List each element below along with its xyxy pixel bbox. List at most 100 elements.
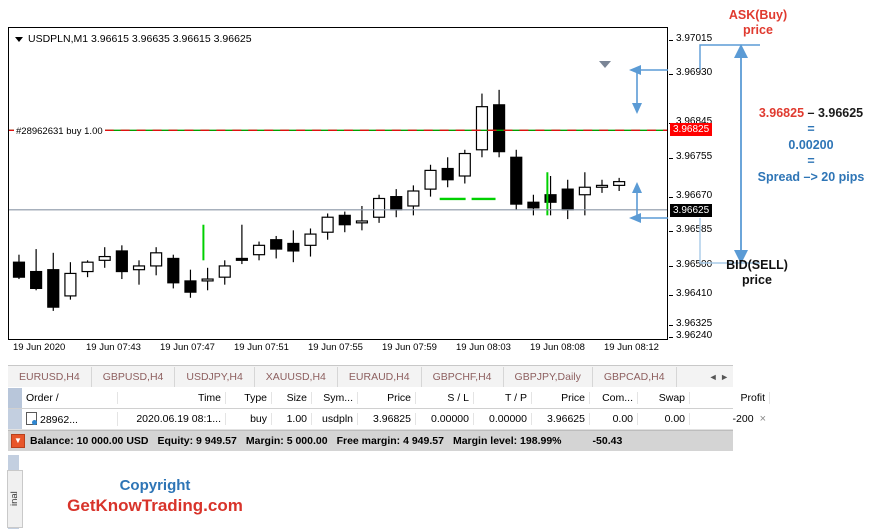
- candle-body: [150, 252, 163, 267]
- candle-body: [510, 156, 523, 205]
- chart-tab-xauusd[interactable]: XAUUSD,H4: [255, 367, 338, 387]
- close-order-icon[interactable]: ×: [754, 413, 766, 425]
- candle-body: [47, 269, 60, 308]
- cell-swap: 0.00: [638, 413, 690, 425]
- order-line-label: #28962631 buy 1.00: [14, 126, 105, 137]
- expand-down-icon[interactable]: ▼: [11, 434, 25, 448]
- candlestick-plot[interactable]: [9, 28, 667, 339]
- column-header-7[interactable]: T / P: [474, 392, 532, 404]
- terminal-vertical-tab[interactable]: inal: [7, 470, 23, 528]
- candle-body: [12, 261, 26, 278]
- cell-stop-loss: 0.00000: [416, 413, 474, 425]
- calc-bid-value: 3.96625: [817, 106, 864, 120]
- ask-price-label: 3.96825: [670, 123, 713, 136]
- candle-body: [235, 257, 248, 261]
- candle-body: [270, 239, 283, 250]
- candle-body: [475, 106, 489, 151]
- column-header-2[interactable]: Type: [226, 392, 272, 404]
- time-axis: 19 Jun 2020 19 Jun 07:43 19 Jun 07:47 19 Ju…: [8, 342, 668, 358]
- candle-body: [527, 201, 540, 209]
- price-tick-4: 3.96670: [669, 190, 712, 201]
- candle-series: [12, 89, 626, 311]
- column-header-11[interactable]: Profit: [690, 392, 770, 404]
- ask-annotation-title: ASK(Buy): [728, 8, 788, 22]
- time-tick-1: 19 Jun 07:43: [86, 342, 141, 353]
- candle-body: [30, 270, 43, 290]
- order-id-text: 28962...: [40, 414, 78, 426]
- order-document-icon: [26, 412, 37, 425]
- price-tick-3: 3.96755: [669, 151, 712, 162]
- calc-spread-pips: Spread –> 20 pips: [757, 170, 865, 184]
- candle-body: [578, 186, 591, 196]
- price-tick-5: 3.96585: [669, 224, 712, 235]
- calc-minus-sign: –: [807, 106, 815, 120]
- chart-tab-gbpjpy[interactable]: GBPJPY,Daily: [504, 367, 593, 387]
- calc-ask-value: 3.96825: [758, 106, 805, 120]
- candle-body: [201, 278, 214, 282]
- bid-annotation-title: BID(SELL): [726, 258, 788, 272]
- order-table-header-row[interactable]: Order / Time Type Size Sym... Price S / LT / P…: [8, 388, 770, 409]
- account-summary-row: ▼ Balance: 10 000.00 USD Equity: 9 949.5…: [8, 430, 733, 451]
- candle-body: [167, 257, 180, 284]
- candle-body: [441, 167, 454, 181]
- time-tick-2: 19 Jun 07:47: [160, 342, 215, 353]
- cell-current-price: 3.96625: [532, 413, 590, 425]
- price-axis[interactable]: 3.97015 3.96930 3.96845 3.96755 3.96670 3.965…: [669, 27, 731, 341]
- price-tick-8: 3.96325: [669, 318, 712, 329]
- column-header-10[interactable]: Swap: [638, 392, 690, 404]
- candle-body: [184, 280, 197, 293]
- column-header-8[interactable]: Price: [532, 392, 590, 404]
- column-header-0[interactable]: Order /: [22, 392, 118, 404]
- price-tick-0: 3.97015: [669, 33, 712, 44]
- cell-order-id: 28962...: [22, 412, 118, 426]
- price-tick-6: 3.96500: [669, 259, 712, 270]
- cell-open-price: 3.96825: [358, 413, 416, 425]
- chart-tab-usdjpy[interactable]: USDJPY,H4: [175, 367, 255, 387]
- candle-body: [321, 216, 334, 233]
- cell-lot-size: 1.00: [272, 413, 312, 425]
- price-tick-7: 3.96410: [669, 288, 712, 299]
- cell-open-time: 2020.06.19 08:1...: [118, 413, 226, 425]
- candle-body: [458, 152, 471, 177]
- column-header-4[interactable]: Sym...: [312, 392, 358, 404]
- terminal-trade-panel[interactable]: ✕ Order /TimeTypeSizeSym...PriceS / LT /…: [8, 387, 770, 455]
- watermark-site: GetKnowTrading.com: [67, 496, 243, 515]
- ask-price-annotation: ASK(Buy) price: [716, 8, 800, 38]
- price-tick-9: 3.96240: [669, 330, 712, 341]
- scroll-left-right-icon[interactable]: ◄ ►: [705, 372, 733, 382]
- chart-tab-gbpchf[interactable]: GBPCHF,H4: [422, 367, 504, 387]
- column-header-1[interactable]: Time: [118, 392, 226, 404]
- column-header-5[interactable]: Price: [358, 392, 416, 404]
- candle-body: [287, 242, 300, 252]
- margin-value: Margin: 5 000.00: [245, 435, 328, 447]
- chart-tab-euraud[interactable]: EURAUD,H4: [338, 367, 422, 387]
- candle-body: [338, 214, 351, 226]
- column-header-6[interactable]: S / L: [416, 392, 474, 404]
- chart-tab-gbpcad[interactable]: GBPCAD,H4: [593, 367, 677, 387]
- watermark-copyright: Copyright: [119, 477, 191, 494]
- cell-take-profit: 0.00000: [474, 413, 532, 425]
- column-header-3[interactable]: Size: [272, 392, 312, 404]
- candle-body: [218, 265, 231, 278]
- candle-body: [304, 233, 317, 246]
- header-gutter: [8, 388, 22, 408]
- screenshot-root: USDPLN,M1 3.96615 3.96635 3.96615 3.9662…: [0, 0, 873, 529]
- table-row[interactable]: 28962... 2020.06.19 08:1... buy 1.00 usdpln 3…: [8, 409, 766, 430]
- spread-calculation-annotation: 3.96825 – 3.96625 = 0.00200 = Spread –> …: [752, 105, 870, 185]
- candle-body: [407, 190, 420, 207]
- calc-line-subtraction: 3.96825 – 3.96625: [752, 105, 870, 121]
- cell-order-type: buy: [226, 413, 272, 425]
- column-header-9[interactable]: Com...: [590, 392, 638, 404]
- candle-body: [132, 265, 146, 271]
- price-chart-panel[interactable]: USDPLN,M1 3.96615 3.96635 3.96615 3.9662…: [8, 27, 668, 340]
- candle-body: [493, 104, 506, 153]
- chart-tab-gbpusd[interactable]: GBPUSD,H4: [92, 367, 176, 387]
- time-tick-3: 19 Jun 07:51: [234, 342, 289, 353]
- profit-text: -200: [732, 413, 754, 425]
- cell-symbol: usdpln: [312, 413, 358, 425]
- calc-difference: 0.00200: [788, 138, 834, 152]
- chart-tab-eurusd[interactable]: EURUSD,H4: [8, 367, 92, 387]
- chart-tab-strip[interactable]: EURUSD,H4 GBPUSD,H4 USDJPY,H4 XAUUSD,H4 EURA…: [8, 365, 733, 389]
- candle-body: [252, 244, 266, 256]
- candle-body: [115, 250, 128, 273]
